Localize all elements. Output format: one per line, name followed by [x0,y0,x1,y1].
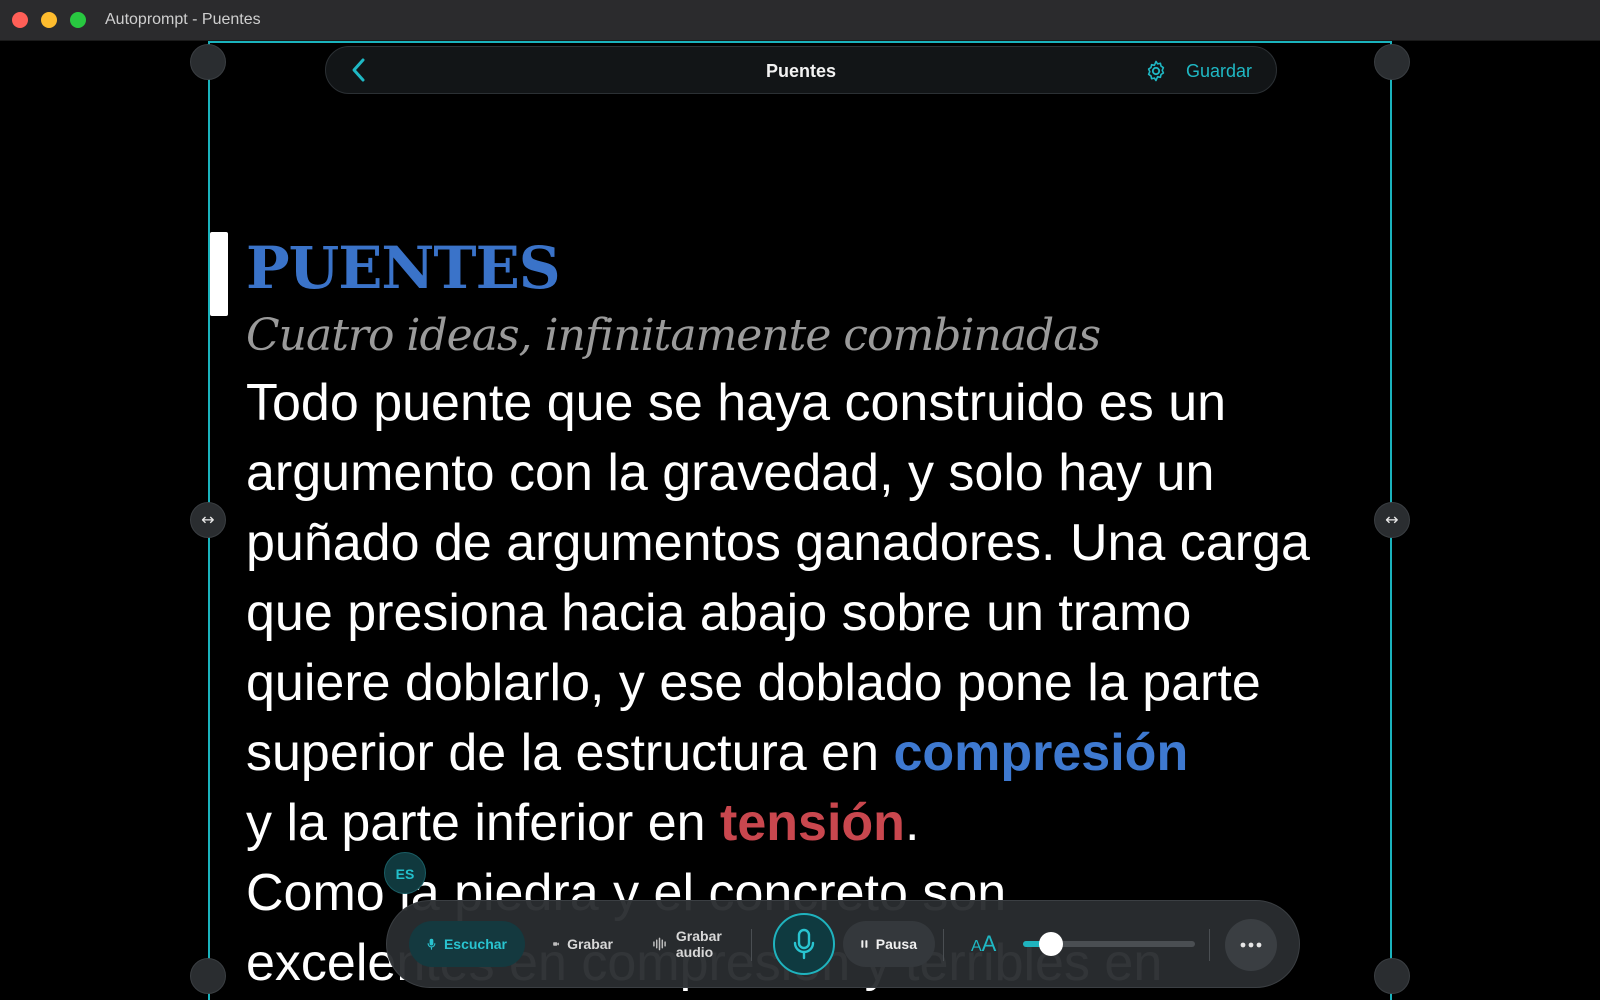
font-size-slider[interactable] [1023,932,1195,956]
settings-button[interactable] [1144,59,1168,83]
script-line: Todo puente que se haya construido es un [246,374,1227,432]
zoom-window-button[interactable] [70,12,86,28]
more-dots-icon [1240,942,1262,948]
record-video-button[interactable]: Grabar [535,921,631,967]
reading-position-marker[interactable] [210,232,228,316]
divider [751,929,752,961]
script-text-segment: . [904,794,920,852]
language-badge[interactable]: ES [384,852,426,894]
script-heading: PUENTES [246,234,561,302]
font-size-label-large: A [981,931,997,956]
minimize-window-button[interactable] [41,12,57,28]
record-label: Grabar [567,936,613,952]
waveform-icon [653,937,666,951]
script-text-segment: y la parte inferior en [246,794,721,852]
microphone-icon [793,928,815,960]
resize-handle-bottom-left[interactable] [190,958,226,994]
record-audio-label: Grabar audio [675,928,722,960]
resize-handle-bottom-right[interactable] [1374,958,1410,994]
microphone-main-button[interactable] [773,913,835,975]
script-text-segment: superior de la estructura en [246,724,894,782]
script-line: quiere doblarlo, y ese doblado pone la p… [246,654,1261,712]
title-bar: Autoprompt - Puentes [0,0,1600,41]
control-bar: Escuchar Grabar Grabar audio Pausa AA [386,900,1300,988]
resize-handle-top-left[interactable] [190,44,226,80]
font-size-slider-knob[interactable] [1038,932,1063,956]
save-button[interactable]: Guardar [1186,61,1252,82]
keyword-compression: compresión [893,724,1189,782]
gear-icon [1147,60,1165,82]
script-subtitle: Cuatro ideas, infinitamente combinadas [246,310,1101,361]
pause-label: Pausa [875,936,917,952]
script-line: y la parte inferior en tensión. [246,788,1376,858]
record-audio-button[interactable]: Grabar audio [635,921,775,967]
document-title: Puentes [765,61,837,81]
more-options-button[interactable] [1225,919,1277,971]
listen-label: Escuchar [443,936,507,952]
script-line: superior de la estructura en compresión [246,718,1376,788]
horizontal-resize-icon: ↔ [201,510,215,529]
font-size-button[interactable]: AA [971,931,996,957]
script-line: argumento con la gravedad, y solo hay un [246,444,1215,502]
divider [943,929,944,961]
resize-handle-right[interactable]: ↔ [1374,502,1410,538]
divider [1209,929,1210,961]
video-camera-icon [553,942,559,946]
microphone-icon [427,938,436,950]
script-line: que presiona hacia abajo sobre un tramo [246,584,1192,642]
keyword-tension: tensión [720,794,905,852]
window-title: Autoprompt - Puentes [105,11,261,28]
pause-button[interactable]: Pausa [843,921,935,967]
horizontal-resize-icon: ↔ [1385,510,1399,529]
script-line: puñado de argumentos ganadores. Una carg… [246,514,1310,572]
resize-handle-top-right[interactable] [1374,44,1410,80]
pause-icon [861,940,868,948]
font-size-label-small: A [971,938,982,955]
top-toolbar: Puentes Guardar [325,46,1277,94]
close-window-button[interactable] [12,12,28,28]
listen-button[interactable]: Escuchar [409,921,525,967]
resize-handle-left[interactable]: ↔ [190,502,226,538]
